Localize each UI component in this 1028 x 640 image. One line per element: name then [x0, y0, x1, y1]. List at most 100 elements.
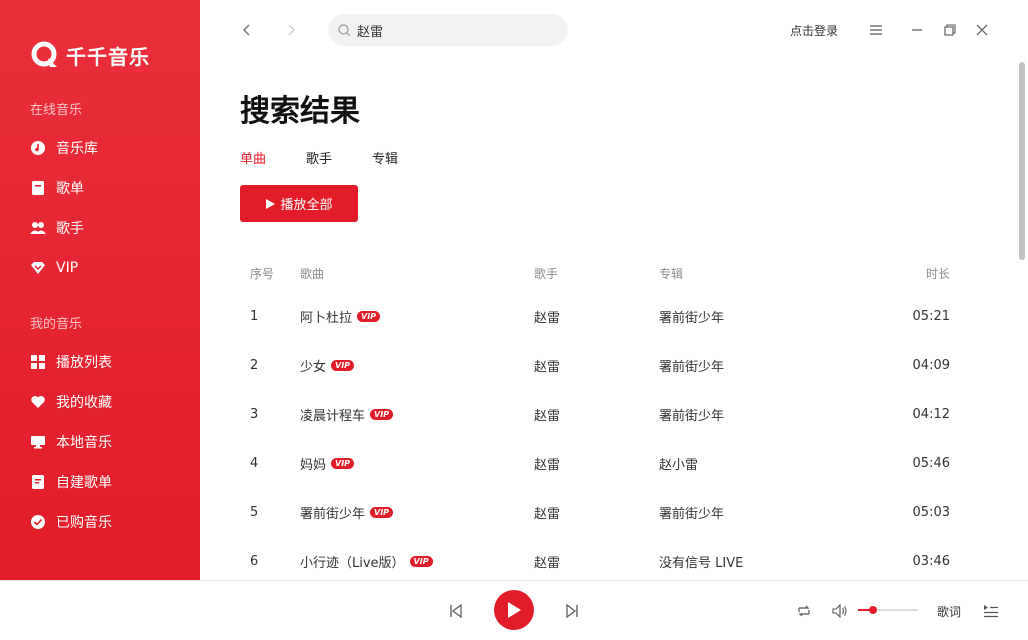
- row-index: 2: [250, 357, 259, 373]
- table-row[interactable]: 6 小行迹（Live版） VIP 赵雷 没有信号 LIVE 03:46: [0, 543, 1000, 579]
- row-album[interactable]: 赵小雷: [659, 445, 698, 481]
- tab-songs[interactable]: 单曲: [240, 148, 266, 167]
- minimize-button[interactable]: [905, 18, 929, 42]
- users-icon: [30, 220, 46, 236]
- row-artist[interactable]: 赵雷: [534, 396, 560, 432]
- row-duration: 05:46: [912, 455, 950, 471]
- play-all-button[interactable]: 播放全部: [240, 185, 358, 222]
- menu-button[interactable]: [864, 18, 888, 42]
- next-track-button[interactable]: [562, 601, 582, 621]
- play-button[interactable]: [494, 590, 534, 630]
- sidebar-item-label: 歌手: [56, 221, 84, 237]
- row-song-cell: 凌晨计程车 VIP: [300, 396, 394, 432]
- logo-mark-icon: [30, 40, 60, 70]
- vip-badge: VIP: [331, 359, 355, 371]
- row-album[interactable]: 署前街少年: [659, 298, 724, 334]
- row-artist[interactable]: 赵雷: [534, 445, 560, 481]
- player-bar: 歌词: [0, 580, 1028, 640]
- vip-badge: VIP: [370, 408, 394, 420]
- row-index: 4: [250, 455, 259, 471]
- app-name: 千千音乐: [66, 44, 150, 69]
- playlist-queue-button[interactable]: [981, 601, 1001, 621]
- volume-icon: [832, 604, 847, 618]
- previous-track-button[interactable]: [446, 601, 466, 621]
- column-header-artist: 歌手: [534, 266, 559, 281]
- row-album[interactable]: 署前街少年: [659, 396, 724, 432]
- sidebar-item-label: 歌单: [56, 181, 84, 197]
- login-link[interactable]: 点击登录: [790, 22, 838, 39]
- row-duration: 04:12: [912, 406, 950, 422]
- hamburger-menu-icon: [870, 25, 882, 35]
- tab-artists[interactable]: 歌手: [306, 148, 332, 167]
- table-row[interactable]: 3 凌晨计程车 VIP 赵雷 署前街少年 04:12: [0, 396, 1000, 432]
- row-album[interactable]: 署前街少年: [659, 494, 724, 530]
- column-header-song: 歌曲: [300, 266, 325, 281]
- row-index: 5: [250, 504, 259, 520]
- table-header: 序号 歌曲 歌手 专辑 时长: [0, 263, 1000, 283]
- scrollbar-thumb[interactable]: [1019, 62, 1025, 260]
- row-artist[interactable]: 赵雷: [534, 543, 560, 579]
- forward-button[interactable]: [279, 18, 303, 42]
- row-album[interactable]: 没有信号 LIVE: [659, 543, 743, 579]
- minimize-icon: [912, 29, 922, 31]
- page-title: 搜索结果: [240, 94, 360, 129]
- sidebar-item-artists[interactable]: 歌手: [30, 216, 84, 240]
- volume-button[interactable]: [830, 601, 850, 621]
- row-artist[interactable]: 赵雷: [534, 298, 560, 334]
- row-duration: 04:09: [912, 357, 950, 373]
- table-row[interactable]: 5 署前街少年 VIP 赵雷 署前街少年 05:03: [0, 494, 1000, 530]
- search-box[interactable]: [328, 14, 568, 46]
- close-button[interactable]: [970, 18, 994, 42]
- row-song-cell: 阿卜杜拉 VIP: [300, 298, 381, 334]
- table-row[interactable]: 4 妈妈 VIP 赵雷 赵小雷 05:46: [0, 445, 1000, 481]
- song-title[interactable]: 阿卜杜拉: [300, 307, 352, 326]
- vip-badge: VIP: [357, 310, 381, 322]
- play-mode-button[interactable]: [794, 601, 814, 621]
- volume-slider-handle[interactable]: [869, 606, 877, 614]
- row-artist[interactable]: 赵雷: [534, 347, 560, 383]
- column-header-duration: 时长: [925, 266, 950, 281]
- play-all-label: 播放全部: [280, 198, 333, 213]
- playlist-doc-icon: [30, 180, 46, 196]
- song-title[interactable]: 少女: [300, 356, 326, 375]
- row-song-cell: 署前街少年 VIP: [300, 494, 394, 530]
- close-icon: [976, 24, 988, 36]
- song-title[interactable]: 凌晨计程车: [300, 405, 365, 424]
- play-triangle-icon: [266, 198, 276, 209]
- music-disc-icon: [30, 140, 46, 156]
- sidebar-item-playlists[interactable]: 歌单: [30, 176, 84, 200]
- search-input[interactable]: [357, 22, 547, 38]
- back-button[interactable]: [235, 18, 259, 42]
- row-index: 6: [250, 553, 259, 569]
- lyrics-button[interactable]: 歌词: [937, 603, 961, 620]
- repeat-icon: [798, 605, 810, 617]
- song-title[interactable]: 署前街少年: [300, 503, 365, 522]
- playlist-icon: [984, 605, 998, 618]
- row-album[interactable]: 署前街少年: [659, 347, 724, 383]
- sidebar-item-label: 音乐库: [56, 141, 98, 157]
- tab-albums[interactable]: 专辑: [372, 148, 398, 167]
- song-title[interactable]: 小行迹（Live版）: [300, 552, 405, 571]
- sidebar-item-music-library[interactable]: 音乐库: [30, 136, 98, 160]
- chevron-left-icon: [243, 24, 250, 36]
- restore-button[interactable]: [938, 18, 962, 42]
- app-logo[interactable]: 千千音乐: [30, 40, 150, 70]
- section-title-online: 在线音乐: [30, 103, 83, 118]
- sidebar: 千千音乐 在线音乐 音乐库 歌单 歌手 VIP 我的音乐 播放列表 我的收藏 本…: [0, 0, 200, 580]
- volume-slider[interactable]: [858, 606, 918, 614]
- skip-next-icon: [566, 604, 578, 618]
- vip-badge: VIP: [409, 555, 433, 567]
- column-header-album: 专辑: [659, 266, 684, 281]
- row-duration: 03:46: [912, 553, 950, 569]
- row-artist[interactable]: 赵雷: [534, 494, 560, 530]
- result-tabs: 单曲 歌手 专辑: [240, 148, 398, 167]
- table-row[interactable]: 1 阿卜杜拉 VIP 赵雷 署前街少年 05:21: [0, 298, 1000, 334]
- table-row[interactable]: 2 少女 VIP 赵雷 署前街少年 04:09: [0, 347, 1000, 383]
- restore-window-icon: [944, 24, 956, 36]
- row-duration: 05:03: [912, 504, 950, 520]
- column-header-index: 序号: [250, 266, 275, 281]
- row-song-cell: 妈妈 VIP: [300, 445, 355, 481]
- vip-badge: VIP: [331, 457, 355, 469]
- row-index: 3: [250, 406, 259, 422]
- song-title[interactable]: 妈妈: [300, 454, 326, 473]
